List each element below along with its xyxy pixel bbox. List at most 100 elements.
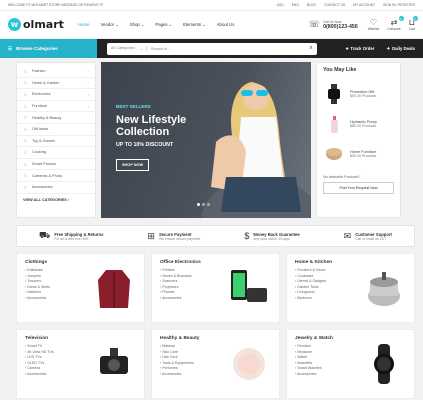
sidebar-item[interactable]: ○ Gift Ideas	[17, 124, 95, 136]
product-info: Promotion Gift $50.00 Products	[350, 90, 376, 98]
wishlist-button[interactable]: ♡ Wishlist	[368, 18, 379, 31]
language-select[interactable]: ENG	[292, 3, 299, 7]
category-link-label: Bracelets	[297, 360, 313, 365]
post-request-button[interactable]: Post Your Request Now	[323, 182, 394, 194]
carousel-dot[interactable]	[197, 203, 200, 206]
pump-bottle-image	[323, 113, 345, 135]
carousel-dot[interactable]	[202, 203, 205, 206]
product-info: Home Furniture $90.00 Products	[350, 150, 376, 158]
daily-deals-link[interactable]: ✦ Daily Deals	[386, 46, 415, 52]
category-icon: ○	[24, 91, 27, 97]
nav-vendor[interactable]: Vendor ⌄	[100, 22, 118, 28]
sidebar-item[interactable]: ○ Home & Garden ›	[17, 78, 95, 90]
category-link[interactable]: › Accessories	[160, 372, 210, 378]
currency-select[interactable]: USD	[277, 3, 284, 7]
category-link[interactable]: › Accessories	[295, 372, 345, 378]
search-bar: All Categories ⌄ Search in... ⌕	[107, 42, 317, 55]
category-link-label: Jumpers	[27, 273, 41, 278]
call-us[interactable]: ☏ Call Us Now: 0(800)123-456	[309, 19, 358, 30]
compare-button[interactable]: ⇄ 0 Compare	[387, 16, 404, 31]
category-link-label: Phones	[162, 290, 175, 295]
category-list: Clothings › Knitwears › Jumpers › Trouse…	[25, 260, 75, 316]
you-may-like-title: You May Like	[323, 67, 357, 73]
shorts-shape	[221, 177, 301, 212]
category-link[interactable]: › Bedroom	[295, 296, 345, 302]
chevron-right-icon: ›	[87, 80, 89, 86]
category-icon: ○	[24, 68, 27, 74]
sidebar-item[interactable]: ○ Fashion ›	[17, 66, 95, 78]
signin-link[interactable]: SIGN IN / REGISTER	[383, 3, 415, 7]
nav-shop[interactable]: Shop ⌄	[130, 22, 145, 28]
feature-title: Customer Support	[355, 231, 392, 237]
category-link-label: Necklace	[297, 349, 312, 354]
category-card[interactable]: Office Electronics › Printers › Stores &…	[151, 253, 280, 323]
shop-now-button[interactable]: SHOP NOW	[116, 159, 150, 171]
sidebar-item[interactable]: ○ Electronics ›	[17, 89, 95, 101]
nav-pages[interactable]: Pages ⌄	[155, 22, 172, 28]
sidebar-item-label: Smart Phones	[32, 162, 57, 167]
track-order-label: Track Order	[350, 46, 375, 51]
product-item[interactable]: Hydraulic Pump $80.00 Products	[323, 109, 394, 139]
sidebar-item[interactable]: ○ Cameras & Photo	[17, 170, 95, 182]
nav-elements[interactable]: Elements ⌄	[183, 22, 206, 28]
logo[interactable]: w olmart	[8, 18, 68, 31]
search-category-select[interactable]: All Categories ⌄	[107, 46, 147, 51]
category-list: Jewelry & Watch › Pendant › Necklace › W…	[295, 336, 345, 392]
carousel-dot[interactable]	[207, 203, 210, 206]
chevron-down-icon: ⌄	[140, 21, 145, 27]
nav-about[interactable]: About Us	[217, 22, 235, 28]
category-link-label: Livingroom	[297, 290, 315, 295]
category-title[interactable]: Home & Kitchen	[295, 260, 345, 265]
phone-image	[227, 266, 271, 310]
track-order-link[interactable]: ⌖ Track Order	[346, 46, 375, 52]
search-icon[interactable]: ⌕	[305, 45, 317, 52]
sidebar-item[interactable]: ○ Cooking	[17, 147, 95, 159]
sidebar-item[interactable]: ○ Accessories	[17, 182, 95, 194]
category-link-label: Utensil & Gadgets	[297, 279, 327, 284]
contact-link[interactable]: CONTACT US	[324, 3, 345, 7]
feature-support: ✉ Customer Support Call or email us 24/7	[344, 231, 392, 242]
chevron-down-icon: ⌄	[202, 21, 206, 27]
sidebar-item[interactable]: ○ Toy & Games	[17, 136, 95, 148]
category-title[interactable]: Television	[25, 336, 75, 341]
category-card[interactable]: Healthy & Beauty › Makeup › Skin Care › …	[151, 329, 280, 399]
view-all-categories-link[interactable]: VIEW ALL CATEGORIES ›	[17, 194, 95, 206]
blog-link[interactable]: BLOG	[307, 3, 316, 7]
category-icon: ○	[24, 126, 27, 132]
category-card[interactable]: Clothings › Knitwears › Jumpers › Trouse…	[16, 253, 145, 323]
product-item[interactable]: Promotion Gift $50.00 Products	[323, 79, 394, 109]
sidebar-item[interactable]: ○ Smart Phones	[17, 159, 95, 171]
category-link[interactable]: › Accessories	[160, 296, 210, 302]
browse-categories-button[interactable]: ☰ Browse Categories	[0, 39, 97, 58]
category-icon: ○	[24, 115, 27, 121]
category-link-label: Stores & Business	[162, 273, 192, 278]
cart-button[interactable]: ⊔ 0 Cart	[409, 16, 418, 31]
category-title[interactable]: Jewelry & Watch	[295, 336, 345, 341]
category-card[interactable]: Home & Kitchen › Furniture & Decor › Coo…	[286, 253, 415, 323]
sidebar-item-label: Cameras & Photo	[32, 173, 62, 178]
dashcam-image	[92, 342, 136, 386]
nav-home[interactable]: Home	[78, 22, 89, 28]
sidebar-item-label: Cooking	[32, 150, 46, 155]
sidebar-item[interactable]: ○ Healthy & Beauty	[17, 112, 95, 124]
category-link-label: Accessories	[297, 371, 317, 376]
wishlist-label: Wishlist	[367, 27, 380, 31]
category-link[interactable]: › Accessories	[25, 296, 75, 302]
category-title[interactable]: Healthy & Beauty	[160, 336, 210, 341]
category-link-label: Perfumes	[162, 366, 178, 371]
category-card[interactable]: Television › Smart TV › 4K Ultra HD TVs …	[16, 329, 145, 399]
category-title[interactable]: Office Electronics	[160, 260, 210, 265]
category-link-label: Accessories	[27, 295, 47, 300]
product-info: Hydraulic Pump $80.00 Products	[350, 120, 377, 128]
logo-text: olmart	[23, 18, 64, 31]
category-link-label: Cookware	[297, 273, 314, 278]
category-card[interactable]: Jewelry & Watch › Pendant › Necklace › W…	[286, 329, 415, 399]
category-link[interactable]: › Accessories	[25, 372, 75, 378]
search-input[interactable]: Search in...	[147, 47, 305, 51]
product-item[interactable]: Home Furniture $90.00 Products	[323, 139, 394, 169]
category-title[interactable]: Clothings	[25, 260, 75, 265]
account-link[interactable]: MY ACCOUNT	[353, 3, 375, 7]
hero-banner[interactable]: BEST SELLERS New Lifestyle Collection UP…	[101, 62, 311, 218]
sidebar-item[interactable]: ○ Furniture ›	[17, 101, 95, 113]
money-icon: $	[244, 231, 250, 241]
